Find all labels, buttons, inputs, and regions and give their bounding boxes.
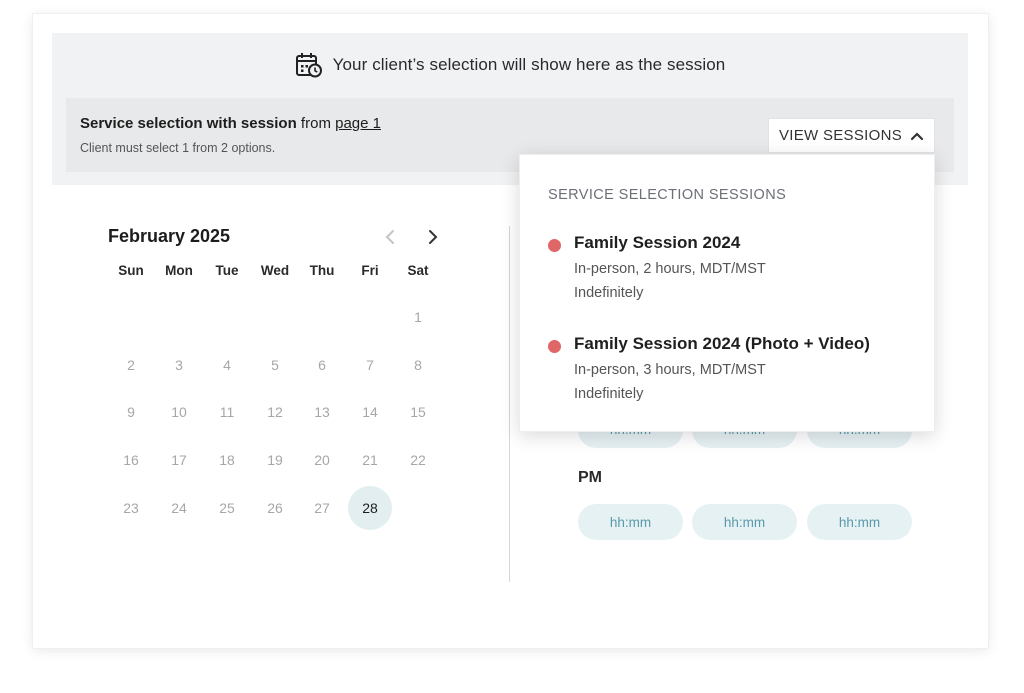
calendar-day[interactable]: 23 [109, 486, 153, 530]
selection-title: Service selection with session from page… [80, 115, 381, 132]
weekday-label: Wed [260, 263, 290, 278]
session-details: In-person, 3 hours, MDT/MST [574, 362, 766, 378]
selection-title-bold: Service selection with session [80, 115, 297, 132]
time-slot-label: hh:mm [838, 514, 881, 530]
view-sessions-button[interactable]: VIEW SESSIONS [768, 118, 935, 153]
banner-header: Your client’s selection will show here a… [52, 33, 968, 97]
calendar-day[interactable]: 15 [396, 390, 440, 434]
time-slot[interactable]: hh:mm [692, 430, 797, 448]
weekday-label: Tue [215, 263, 239, 278]
page-link[interactable]: page 1 [335, 115, 381, 132]
calendar-day[interactable]: 1 [396, 295, 440, 339]
session-color-dot [548, 239, 561, 252]
time-slot[interactable]: hh:mm [807, 430, 912, 448]
calendar-day[interactable]: 25 [205, 486, 249, 530]
session-name: Family Session 2024 (Photo + Video) [574, 334, 870, 353]
calendar-day[interactable]: 16 [109, 438, 153, 482]
calendar-day[interactable]: 14 [348, 390, 392, 434]
time-slot[interactable]: hh:mm [692, 504, 797, 540]
session-name: Family Session 2024 [574, 233, 741, 252]
pm-label: PM [578, 469, 602, 486]
calendar-day[interactable]: 10 [157, 390, 201, 434]
calendar-clock-icon [295, 53, 322, 78]
time-slot[interactable]: hh:mm [578, 504, 683, 540]
chevron-right-icon[interactable] [426, 227, 440, 247]
chevron-left-icon[interactable] [383, 227, 397, 247]
calendar-day[interactable]: 9 [109, 390, 153, 434]
calendar-day[interactable]: 17 [157, 438, 201, 482]
selection-from-text: from [296, 115, 336, 132]
time-slot-label: hh:mm [609, 514, 652, 530]
panel-divider [509, 226, 510, 582]
calendar-day[interactable]: 26 [253, 486, 297, 530]
calendar-day[interactable]: 5 [253, 343, 297, 387]
dropdown-title: SERVICE SELECTION SESSIONS [548, 187, 787, 203]
selection-subtitle: Client must select 1 from 2 options. [80, 141, 276, 155]
calendar-day[interactable]: 21 [348, 438, 392, 482]
time-slot[interactable]: hh:mm [578, 430, 683, 448]
weekday-label: Mon [165, 263, 193, 278]
calendar-day[interactable]: 4 [205, 343, 249, 387]
chevron-up-icon [910, 131, 924, 140]
calendar-day[interactable]: 19 [253, 438, 297, 482]
calendar-day[interactable]: 3 [157, 343, 201, 387]
calendar-day[interactable]: 6 [300, 343, 344, 387]
time-slot[interactable]: hh:mm [807, 504, 912, 540]
session-duration: Indefinitely [574, 285, 644, 301]
calendar-day[interactable]: 18 [205, 438, 249, 482]
weekday-label: Sun [118, 263, 144, 278]
calendar-day[interactable]: 27 [300, 486, 344, 530]
calendar-day[interactable]: 22 [396, 438, 440, 482]
sessions-dropdown: SERVICE SELECTION SESSIONS Family Sessio… [519, 154, 935, 432]
session-option[interactable]: Family Session 2024 (Photo + Video) In-p… [548, 334, 918, 404]
weekday-label: Thu [309, 263, 335, 278]
calendar-day[interactable]: 20 [300, 438, 344, 482]
weekday-label: Sat [407, 263, 429, 278]
calendar-day[interactable]: 7 [348, 343, 392, 387]
session-details: In-person, 2 hours, MDT/MST [574, 261, 766, 277]
calendar-day[interactable]: 24 [157, 486, 201, 530]
session-option[interactable]: Family Session 2024 In-person, 2 hours, … [548, 233, 918, 303]
session-duration: Indefinitely [574, 386, 644, 402]
calendar-day[interactable]: 8 [396, 343, 440, 387]
calendar-month-title: February 2025 [108, 226, 231, 246]
calendar-day[interactable]: 13 [300, 390, 344, 434]
view-sessions-label: VIEW SESSIONS [778, 127, 903, 144]
weekday-label: Fri [361, 263, 379, 278]
time-slot-label: hh:mm [723, 514, 766, 530]
calendar-day-selected[interactable]: 28 [348, 486, 392, 530]
calendar-day[interactable]: 12 [253, 390, 297, 434]
session-color-dot [548, 340, 561, 353]
calendar-day[interactable]: 2 [109, 343, 153, 387]
calendar-day[interactable]: 11 [205, 390, 249, 434]
banner-message: Your client’s selection will show here a… [332, 55, 726, 74]
